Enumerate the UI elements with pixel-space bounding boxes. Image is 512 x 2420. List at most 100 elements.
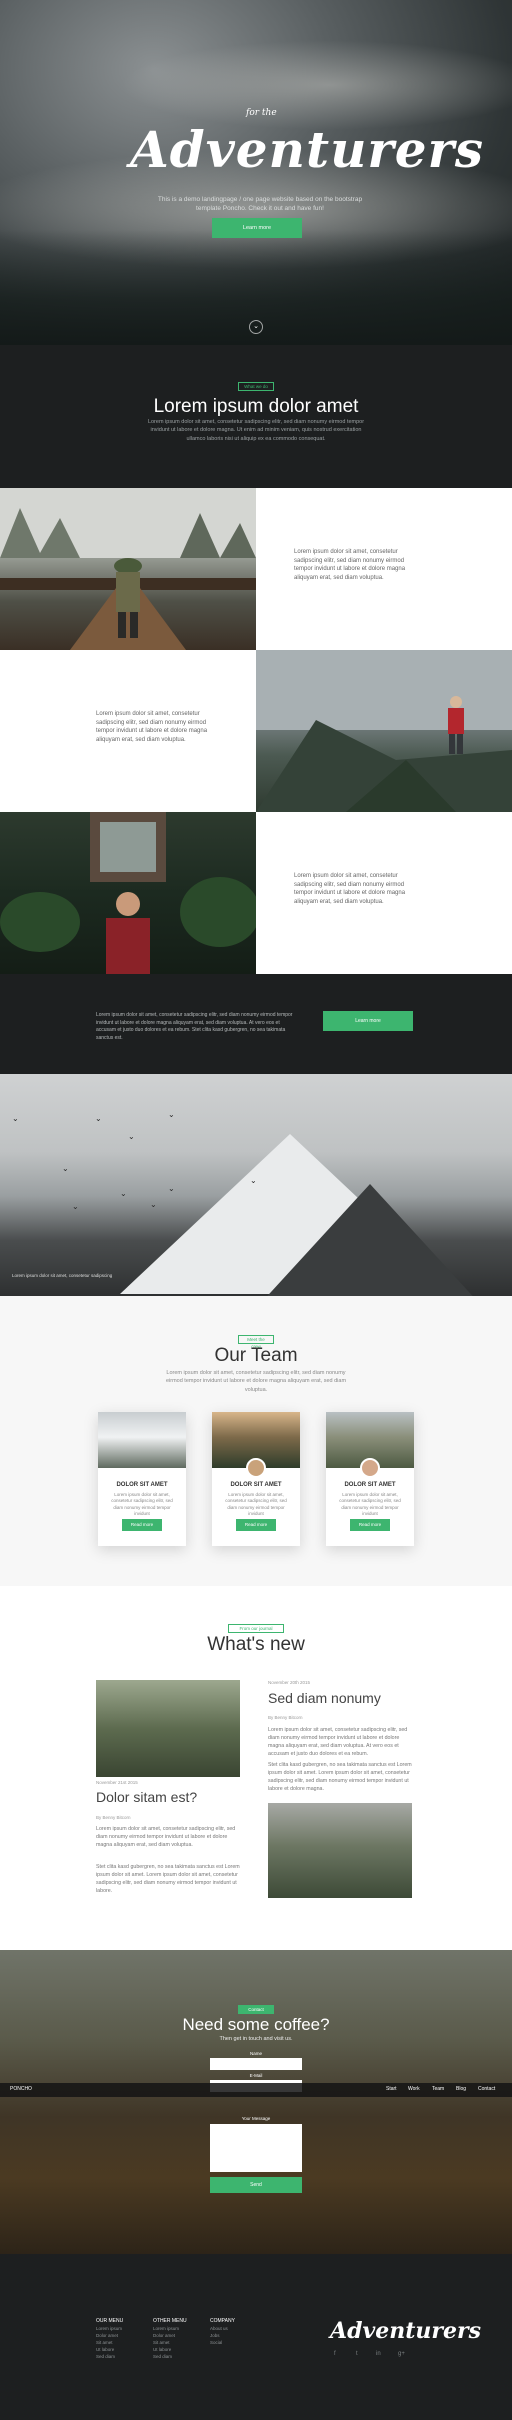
footer-link[interactable]: Social [210, 2340, 222, 2345]
intro-tag: What we do [238, 382, 274, 391]
footer-link[interactable]: Jobs [210, 2333, 220, 2338]
man-portrait-illustration [0, 812, 256, 974]
bird-icon: ⌄ [62, 1164, 69, 1173]
footer-logo: Adventurers [330, 2318, 481, 2344]
contact-section [0, 1950, 512, 2254]
post-title[interactable]: Sed diam nonumy [268, 1690, 381, 1706]
intro-title: Lorem ipsum dolor amet [153, 396, 359, 417]
hiker-bridge-illustration [0, 488, 256, 650]
bird-icon: ⌄ [120, 1189, 127, 1198]
footer-link[interactable]: Sit amet [153, 2340, 170, 2345]
post-text: Lorem ipsum dolor sit amet, consetetur s… [96, 1826, 236, 1848]
facebook-icon[interactable]: f [334, 2351, 336, 2357]
team-member-name: DOLOR SIT AMET [230, 1482, 282, 1488]
bird-icon: ⌄ [150, 1200, 157, 1209]
nav-item-contact[interactable]: Contact [478, 2086, 495, 2092]
post-author: By Benny Bitcorn [96, 1815, 131, 1820]
team-card: DOLOR SIT AMET Lorem ipsum dolor sit ame… [98, 1412, 186, 1546]
bird-icon: ⌄ [72, 1202, 79, 1211]
team-member-name: DOLOR SIT AMET [116, 1482, 168, 1488]
mountain-banner: ⌄ ⌄ ⌄ ⌄ ⌄ ⌄ ⌄ ⌄ ⌄ ⌄ [0, 1074, 512, 1296]
feature-image-bridge [0, 488, 256, 650]
footer-col-heading: OTHER MENU [153, 2318, 187, 2324]
team-read-more-button[interactable]: Read more [236, 1519, 276, 1531]
post-date: November 21st 2015 [96, 1780, 138, 1785]
post-text: Stet clita kasd gubergren, no sea takima… [268, 1762, 412, 1792]
nav-item-blog[interactable]: Blog [456, 2086, 466, 2092]
hiker-mountain-illustration [256, 650, 512, 812]
team-read-more-button[interactable]: Read more [350, 1519, 390, 1531]
email-label: E-Mail [249, 2073, 263, 2078]
hero-for-the: for the [246, 108, 277, 118]
footer-link[interactable]: Lorem ipsum [96, 2326, 122, 2331]
post-date: November 20th 2015 [268, 1680, 311, 1685]
footer-link[interactable]: Sit amet [96, 2340, 113, 2345]
footer-link[interactable]: Sed diam [96, 2354, 115, 2359]
post-image [96, 1680, 240, 1777]
hero-learn-more-button[interactable]: Learn more [212, 218, 302, 238]
team-card: DOLOR SIT AMET Lorem ipsum dolor sit ame… [212, 1412, 300, 1546]
intro-text: Lorem ipsum dolor sit amet, consetetur s… [147, 419, 365, 442]
linkedin-icon[interactable]: in [376, 2351, 381, 2357]
feature-text-block: Lorem ipsum dolor sit amet, consetetur s… [256, 812, 512, 974]
cta-learn-more-button[interactable]: Learn more [323, 1011, 413, 1031]
team-member-desc: Lorem ipsum dolor sit amet, consetetur s… [225, 1492, 287, 1516]
rock-peak [260, 1184, 480, 1296]
feature-image-portrait [0, 812, 256, 974]
feature-text-block: Lorem ipsum dolor sit amet, consetetur s… [256, 488, 512, 650]
bird-icon: ⌄ [250, 1176, 257, 1185]
post-image [268, 1803, 412, 1898]
bird-icon: ⌄ [95, 1114, 102, 1123]
contact-title: Need some coffee? [182, 2015, 330, 2034]
footer-link[interactable]: Ut labore [96, 2347, 114, 2352]
name-field[interactable] [210, 2058, 302, 2070]
team-member-name: DOLOR SIT AMET [344, 1482, 396, 1488]
scroll-down-icon[interactable]: ⌄ [249, 320, 263, 334]
feature-text: Lorem ipsum dolor sit amet, consetetur s… [96, 711, 208, 744]
feature-text: Lorem ipsum dolor sit amet, consetetur s… [294, 549, 406, 582]
news-title: What's new [207, 1634, 305, 1655]
team-read-more-button[interactable]: Read more [122, 1519, 162, 1531]
footer-col-heading: COMPANY [210, 2318, 235, 2324]
message-label: Your Message [241, 2116, 271, 2121]
message-field[interactable] [210, 2124, 302, 2172]
hero-subtitle: This is a demo landingpage / one page we… [157, 196, 363, 213]
bird-icon: ⌄ [168, 1184, 175, 1193]
name-label: Name [249, 2051, 262, 2056]
nav-item-work[interactable]: Work [408, 2086, 420, 2092]
footer-link[interactable]: Sed diam [153, 2354, 172, 2359]
news-tag: From our journal [228, 1624, 284, 1633]
team-card: DOLOR SIT AMET Lorem ipsum dolor sit ame… [326, 1412, 414, 1546]
hero-title: Adventurers [130, 120, 485, 179]
nav-brand[interactable]: PONCHO [10, 2086, 32, 2092]
footer-link[interactable]: Lorem ipsum [153, 2326, 179, 2331]
nav-item-start[interactable]: Start [386, 2086, 397, 2092]
bird-icon: ⌄ [12, 1114, 19, 1123]
footer-link[interactable]: About us [210, 2326, 228, 2331]
post-text: Lorem ipsum dolor sit amet, consetetur s… [268, 1727, 408, 1757]
team-member-desc: Lorem ipsum dolor sit amet, consetetur s… [339, 1492, 401, 1516]
footer-link[interactable]: Dolor amet [153, 2333, 175, 2338]
team-member-desc: Lorem ipsum dolor sit amet, consetetur s… [111, 1492, 173, 1516]
googleplus-icon[interactable]: g+ [398, 2351, 405, 2357]
feature-text: Lorem ipsum dolor sit amet, consetetur s… [294, 873, 406, 906]
avatar [360, 1458, 380, 1478]
contact-subtitle: Then get in touch and visit us. [219, 2036, 293, 2042]
team-title: Our Team [214, 1345, 298, 1366]
post-title[interactable]: Dolor sitam est? [96, 1789, 197, 1805]
bird-icon: ⌄ [128, 1132, 135, 1141]
bird-icon: ⌄ [168, 1110, 175, 1119]
contact-tag: Contact [238, 2005, 274, 2014]
cta-text: Lorem ipsum dolor sit amet, consetetur s… [96, 1012, 293, 1041]
footer-col-heading: OUR MENU [96, 2318, 124, 2324]
footer-link[interactable]: Ut labore [153, 2347, 171, 2352]
send-button[interactable]: Send [210, 2177, 302, 2193]
footer-link[interactable]: Dolor amet [96, 2333, 118, 2338]
feature-text-block: Lorem ipsum dolor sit amet, consetetur s… [0, 650, 256, 812]
nav-item-team[interactable]: Team [432, 2086, 444, 2092]
twitter-icon[interactable]: t [356, 2351, 358, 2357]
post-author: By Benny Bitcorn [268, 1715, 303, 1720]
mountain-caption: Lorem ipsum dolor sit amet, consetetur s… [12, 1273, 113, 1278]
team-tag: Meet the crew [238, 1335, 274, 1349]
avatar [246, 1458, 266, 1478]
